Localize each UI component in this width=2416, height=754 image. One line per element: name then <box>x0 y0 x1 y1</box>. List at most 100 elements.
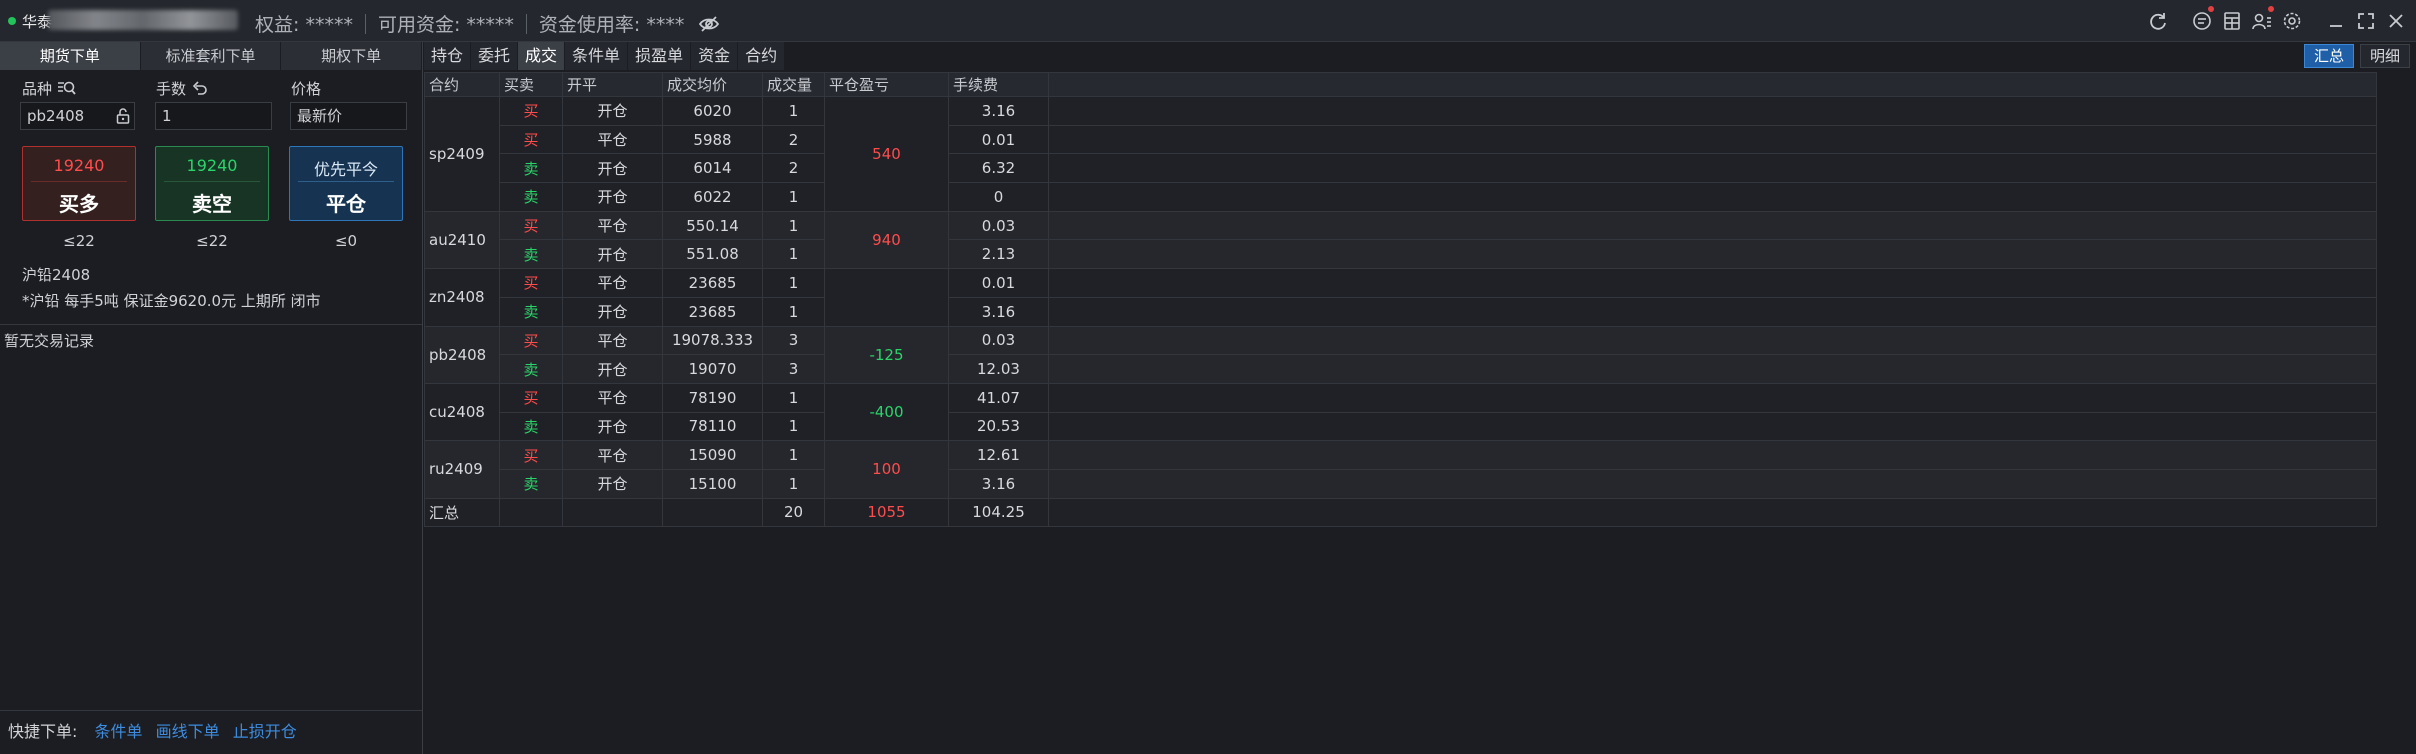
col-open-close[interactable]: 开平 <box>562 72 663 97</box>
table-row[interactable]: 卖开仓 23685 1 3.16 <box>425 296 2377 327</box>
avg-price-cell: 78190 <box>662 382 763 413</box>
title-bar: 华泰 权益: ***** 可用资金: ***** 资金使用率: **** <box>0 0 2416 42</box>
table-row[interactable]: 卖开仓 551.08 1 2.13 <box>425 239 2377 270</box>
refresh-icon[interactable] <box>2146 9 2170 33</box>
calculator-icon[interactable] <box>2220 9 2244 33</box>
total-label: 汇总 <box>424 497 500 528</box>
side-cell: 卖 <box>499 182 563 212</box>
tab-funds[interactable]: 资金 <box>691 42 739 70</box>
sell-short-button[interactable]: 19240 卖空 <box>155 146 269 221</box>
open-close-cell: 平仓 <box>562 124 663 155</box>
avg-price-cell: 15100 <box>662 468 763 499</box>
col-close-pnl[interactable]: 平仓盈亏 <box>824 72 949 97</box>
row-filler <box>1048 468 2377 499</box>
quick-order-bar: 快捷下单: 条件单 画线下单 止损开仓 <box>0 710 422 754</box>
volume-cell: 2 <box>762 153 825 184</box>
stop-loss-open-link[interactable]: 止损开仓 <box>233 722 297 741</box>
tab-positions[interactable]: 持仓 <box>424 42 472 70</box>
buy-price: 19240 <box>53 156 105 175</box>
table-row[interactable]: zn2408 买平仓 23685 1 0.01 <box>424 268 2377 327</box>
side-cell: 买 <box>499 210 563 241</box>
side-cell: 卖 <box>499 411 563 442</box>
table-row[interactable]: ru2409 买平仓 15090 1 100 12.61 <box>424 440 2377 499</box>
open-close-cell: 开仓 <box>562 96 663 126</box>
tab-orders[interactable]: 委托 <box>471 42 519 70</box>
table-row[interactable]: cu2408 买平仓 78190 1 -400 41.07 <box>424 382 2377 442</box>
contract-detail: *沪铅 每手5吨 保证金9620.0元 上期所 闭市 <box>22 292 321 310</box>
lots-input[interactable]: 1 <box>155 102 272 130</box>
table-row[interactable]: sp2409 买开仓 6020 1 540 3.16 <box>424 96 2377 212</box>
close-pnl-cell: 940 <box>824 210 949 270</box>
line-order-link[interactable]: 画线下单 <box>156 722 220 741</box>
avg-price-cell: 6020 <box>662 96 763 126</box>
side-cell: 卖 <box>499 354 563 384</box>
tab-options-order[interactable]: 期权下单 <box>281 42 423 70</box>
fee-cell: 0.03 <box>948 325 1049 356</box>
row-filler <box>1048 440 2377 470</box>
table-row[interactable]: 卖开仓 6014 2 6.32 <box>425 153 2377 184</box>
price-select[interactable]: 最新价 <box>290 102 407 130</box>
open-close-cell: 开仓 <box>562 182 663 212</box>
contract-cell: zn2408 <box>424 268 500 327</box>
unlock-icon[interactable] <box>116 108 130 128</box>
open-close-cell: 平仓 <box>562 325 663 356</box>
fee-cell: 0.03 <box>948 210 1049 241</box>
equity-text: 权益: ***** <box>255 14 353 36</box>
tab-contracts[interactable]: 合约 <box>738 42 786 70</box>
row-filler <box>1048 153 2377 184</box>
close-pnl-cell: 540 <box>824 96 949 212</box>
volume-cell: 1 <box>762 268 825 298</box>
eye-hidden-icon[interactable] <box>698 13 720 35</box>
lots-label: 手数 <box>156 80 187 98</box>
detail-button[interactable]: 明细 <box>2359 44 2410 68</box>
titlebar-actions <box>2140 6 2408 33</box>
minimize-icon[interactable] <box>2324 9 2348 33</box>
fee-cell: 3.16 <box>948 296 1049 327</box>
col-avg-price[interactable]: 成交均价 <box>662 72 763 97</box>
volume-cell: 2 <box>762 124 825 155</box>
message-icon[interactable] <box>2190 6 2214 33</box>
tab-trades[interactable]: 成交 <box>518 42 566 70</box>
table-row[interactable]: 卖开仓 78110 1 20.53 <box>425 411 2377 442</box>
table-row[interactable]: 卖开仓 6022 1 0 <box>425 182 2377 212</box>
undo-icon[interactable] <box>192 81 208 99</box>
volume-cell: 3 <box>762 354 825 384</box>
col-fee[interactable]: 手续费 <box>948 72 1049 97</box>
buy-label: 买多 <box>59 192 99 216</box>
tab-conditional[interactable]: 条件单 <box>565 42 629 70</box>
row-filler <box>1048 96 2377 126</box>
col-contract[interactable]: 合约 <box>424 72 500 97</box>
tab-stop-profit-loss[interactable]: 损盈单 <box>628 42 692 70</box>
buy-long-button[interactable]: 19240 买多 <box>22 146 136 221</box>
table-row[interactable]: au2410 买平仓 550.14 1 940 0.03 <box>424 210 2377 270</box>
search-icon[interactable] <box>58 80 76 100</box>
maximize-icon[interactable] <box>2354 9 2378 33</box>
row-filler <box>1048 497 2377 528</box>
volume-cell: 1 <box>762 440 825 470</box>
separator <box>364 13 366 34</box>
avg-price-cell: 19070 <box>662 354 763 384</box>
close-icon[interactable] <box>2384 9 2408 33</box>
close-pnl-cell: 100 <box>824 440 949 499</box>
summary-button[interactable]: 汇总 <box>2303 44 2354 68</box>
table-row[interactable]: pb2408 买平仓 19078.333 3 -125 0.03 <box>424 325 2377 384</box>
tab-futures-order[interactable]: 期货下单 <box>0 42 141 70</box>
row-filler <box>1048 354 2377 384</box>
close-position-button[interactable]: 优先平今 平仓 <box>289 146 403 221</box>
user-list-icon[interactable] <box>2250 6 2274 33</box>
settings-gear-icon[interactable] <box>2280 9 2304 33</box>
col-side[interactable]: 买卖 <box>499 72 563 97</box>
fee-cell: 6.32 <box>948 153 1049 184</box>
table-row[interactable]: 买平仓 5988 2 0.01 <box>425 124 2377 155</box>
header-filler <box>1048 72 2377 97</box>
view-toggle: 汇总 明细 <box>2298 44 2410 68</box>
conditional-order-link[interactable]: 条件单 <box>95 722 143 741</box>
fee-cell: 2.13 <box>948 239 1049 270</box>
table-row[interactable]: 卖开仓 19070 3 12.03 <box>425 354 2377 384</box>
notification-dot <box>2268 6 2274 12</box>
table-row[interactable]: 卖开仓 15100 1 3.16 <box>425 468 2377 499</box>
col-volume[interactable]: 成交量 <box>762 72 825 97</box>
close-label: 平仓 <box>326 192 366 216</box>
tab-arbitrage-order[interactable]: 标准套利下单 <box>140 42 282 70</box>
volume-cell: 3 <box>762 325 825 356</box>
